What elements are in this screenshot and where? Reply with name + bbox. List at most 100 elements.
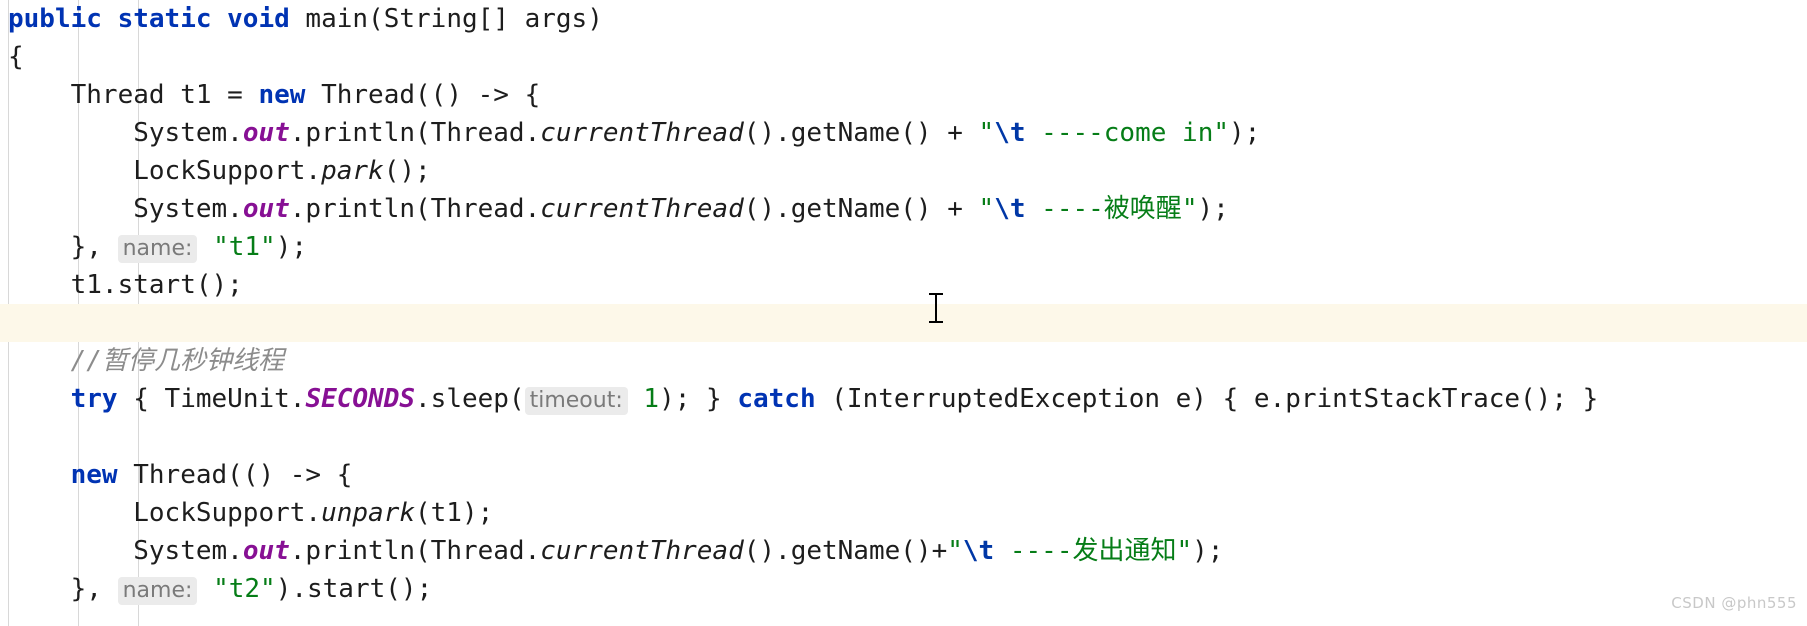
code-token: static	[117, 4, 212, 34]
code-token: ().getName() +	[743, 194, 979, 224]
code-line[interactable]: {	[0, 38, 1807, 76]
code-token: "	[978, 118, 995, 148]
code-token: "	[1176, 536, 1193, 566]
code-token: "	[978, 194, 995, 224]
code-line[interactable]: LockSupport.park();	[0, 152, 1807, 190]
code-token: out	[242, 536, 290, 566]
code-token: (t1);	[415, 498, 494, 528]
code-token: unpark	[321, 498, 415, 528]
code-token: ().getName() +	[743, 118, 979, 148]
code-line[interactable]: t1.start();	[0, 266, 1807, 304]
code-token: },	[70, 574, 118, 604]
code-line[interactable]: }, name: "t1");	[0, 228, 1807, 266]
code-token: LockSupport.	[133, 156, 322, 186]
code-token: "t1"	[213, 232, 276, 262]
code-token: { TimeUnit.	[117, 384, 306, 414]
code-token: .println(Thread.	[289, 536, 541, 566]
code-token: void	[227, 4, 290, 34]
code-token: out	[242, 194, 290, 224]
code-token: );	[1229, 118, 1261, 148]
code-token: public	[8, 4, 102, 34]
code-token: ----	[994, 536, 1073, 566]
code-token: SECONDS	[305, 384, 416, 414]
code-line[interactable]: System.out.println(Thread.currentThread(…	[0, 114, 1807, 152]
code-token: new	[70, 460, 118, 490]
code-token: ).start();	[275, 574, 433, 604]
code-token: "t2"	[213, 574, 276, 604]
code-token: park	[321, 156, 384, 186]
code-token: ();	[383, 156, 431, 186]
code-token: System.	[133, 194, 243, 224]
code-line[interactable]: new Thread(() -> {	[0, 456, 1807, 494]
code-token: System.	[133, 536, 243, 566]
code-token: System.	[133, 118, 243, 148]
code-token: currentThread	[540, 536, 744, 566]
code-line[interactable]: Thread t1 = new Thread(() -> {	[0, 76, 1807, 114]
code-token: 被唤醒	[1103, 194, 1182, 224]
code-token: Thread t1 =	[70, 80, 259, 110]
code-token: main(String[] args)	[289, 4, 603, 34]
csdn-watermark: CSDN @phn555	[1671, 594, 1797, 612]
code-token: .sleep(	[415, 384, 525, 414]
code-line[interactable]: LockSupport.unpark(t1);	[0, 494, 1807, 532]
code-token: currentThread	[540, 118, 744, 148]
code-line[interactable]: System.out.println(Thread.currentThread(…	[0, 190, 1807, 228]
code-token: ----	[1025, 194, 1104, 224]
code-line[interactable]	[0, 418, 1807, 456]
inlay-parameter-hint: timeout:	[524, 387, 628, 415]
code-token: \t	[994, 118, 1026, 148]
code-token: out	[242, 118, 290, 148]
code-token: \t	[962, 536, 995, 566]
code-token: \t	[994, 194, 1026, 224]
code-token: .println(Thread.	[289, 194, 541, 224]
code-line[interactable]: }, name: "t2").start();	[0, 570, 1807, 608]
code-line[interactable]: System.out.println(Thread.currentThread(…	[0, 532, 1807, 570]
code-token: );	[1197, 194, 1229, 224]
inlay-parameter-hint: name:	[117, 577, 198, 605]
code-editor[interactable]: public static void main(String[] args) { …	[0, 0, 1807, 626]
code-line[interactable]: public static void main(String[] args)	[0, 0, 1807, 38]
code-token: currentThread	[540, 194, 744, 224]
code-token: catch	[737, 384, 816, 414]
inlay-parameter-hint: name:	[117, 235, 198, 263]
code-line[interactable]	[0, 304, 1807, 342]
code-token: Thread(() -> {	[305, 80, 541, 110]
code-token: t1.start();	[70, 270, 243, 300]
code-token: Thread(() -> {	[117, 460, 353, 490]
code-token: },	[70, 232, 118, 262]
code-token: .println(Thread.	[289, 118, 541, 148]
code-line[interactable]: try { TimeUnit.SECONDS.sleep(timeout: 1)…	[0, 380, 1807, 418]
code-token: try	[70, 384, 118, 414]
code-token: "	[1181, 194, 1198, 224]
code-token: ); }	[659, 384, 738, 414]
code-line-container[interactable]: public static void main(String[] args) { …	[0, 0, 1807, 608]
code-line[interactable]: //暂停几秒钟线程	[0, 342, 1807, 380]
code-token: "	[947, 536, 963, 566]
code-token: ----come in"	[1025, 118, 1230, 148]
code-token: 1	[643, 384, 660, 414]
code-token: {	[8, 42, 24, 72]
code-token: ().getName()+	[743, 536, 948, 566]
code-token: LockSupport.	[133, 498, 322, 528]
code-token: //	[70, 346, 102, 376]
text-caret	[929, 293, 943, 323]
code-token: 暂停几秒钟线程	[101, 346, 284, 376]
code-token: );	[275, 232, 307, 262]
